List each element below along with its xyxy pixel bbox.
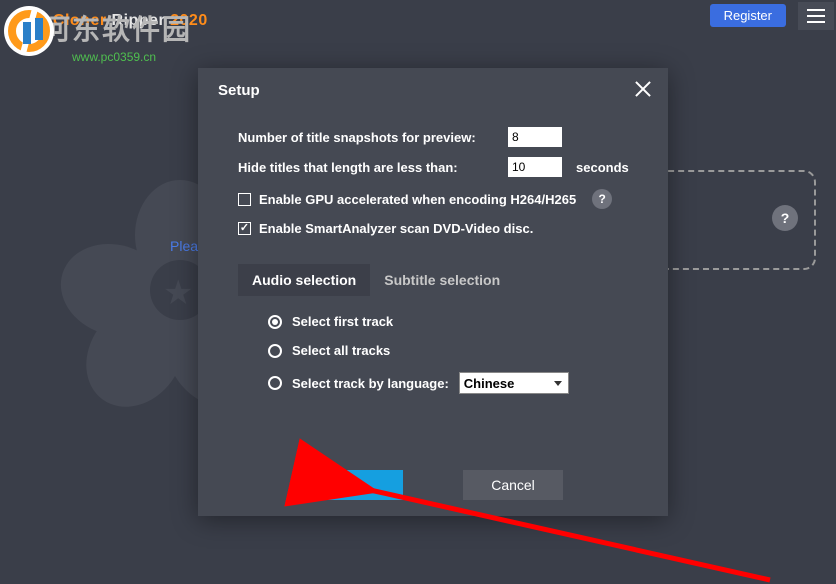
tab-subtitle-selection[interactable]: Subtitle selection — [370, 264, 514, 296]
register-button[interactable]: Register — [710, 4, 786, 27]
hide-titles-label: Hide titles that length are less than: — [238, 160, 500, 175]
radio-first-track[interactable] — [268, 315, 282, 329]
dialog-title: Setup — [218, 82, 648, 99]
chevron-down-icon — [554, 381, 562, 386]
radio-first-label: Select first track — [292, 314, 393, 329]
gpu-label: Enable GPU accelerated when encoding H26… — [259, 192, 576, 207]
tab-audio-selection[interactable]: Audio selection — [238, 264, 370, 296]
ok-button[interactable]: OK — [303, 470, 403, 500]
snapshots-input[interactable] — [508, 127, 562, 147]
radio-by-language[interactable] — [268, 376, 282, 390]
watermark-url: www.pc0359.cn — [72, 50, 192, 64]
gpu-checkbox[interactable] — [238, 193, 251, 206]
cancel-button[interactable]: Cancel — [463, 470, 563, 500]
setup-dialog: Setup Number of title snapshots for prev… — [198, 68, 668, 516]
watermark-zh: 河东软件园 — [42, 14, 192, 45]
snapshots-label: Number of title snapshots for preview: — [238, 130, 500, 145]
language-value: Chinese — [464, 376, 515, 391]
watermark: 河东软件园 www.pc0359.cn — [42, 8, 192, 64]
help-icon[interactable]: ? — [772, 205, 798, 231]
menu-icon[interactable] — [798, 2, 834, 30]
close-icon[interactable] — [632, 78, 654, 100]
gpu-help-icon[interactable]: ? — [592, 189, 612, 209]
language-select[interactable]: Chinese — [459, 372, 569, 394]
radio-all-label: Select all tracks — [292, 343, 390, 358]
hide-titles-input[interactable] — [508, 157, 562, 177]
radio-all-tracks[interactable] — [268, 344, 282, 358]
radio-bylang-label: Select track by language: — [292, 376, 449, 391]
app-logo — [4, 6, 54, 56]
smartanalyzer-checkbox[interactable] — [238, 222, 251, 235]
smartanalyzer-label: Enable SmartAnalyzer scan DVD-Video disc… — [259, 221, 533, 236]
seconds-label: seconds — [576, 160, 629, 175]
